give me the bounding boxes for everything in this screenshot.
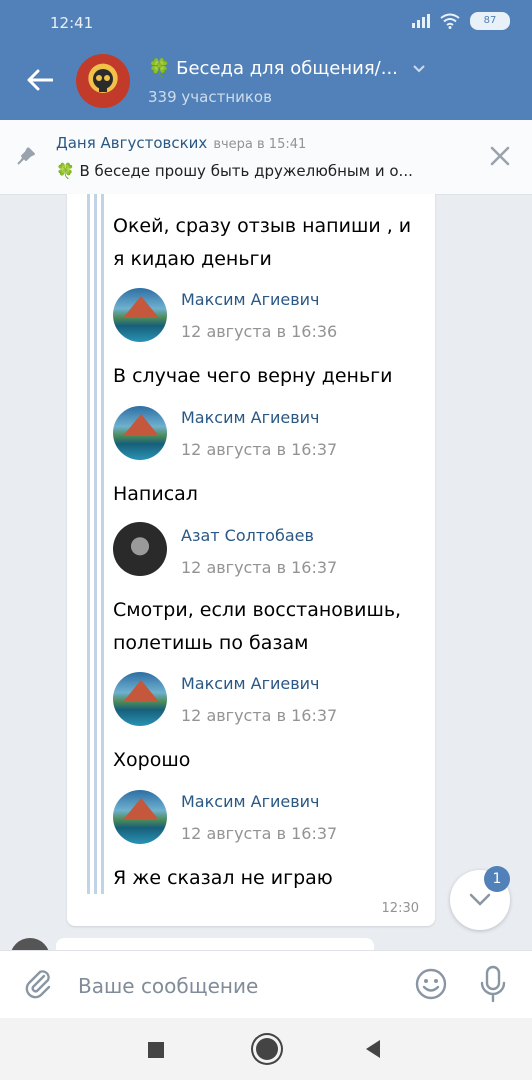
close-icon[interactable] (488, 144, 512, 168)
chat-avatar[interactable] (76, 54, 130, 108)
message-text: Окей, сразу отзыв напиши , и я кидаю ден… (113, 215, 412, 270)
forwarded-author[interactable]: Максим Агиевич (181, 792, 320, 811)
microphone-icon[interactable] (478, 965, 508, 1003)
pinned-author: Даня Августовских (56, 134, 208, 152)
forwarded-time: 12 августа в 16:37 (181, 706, 338, 725)
forwarded-author[interactable]: Максим Агиевич (181, 408, 320, 427)
chat-title[interactable]: 🍀 Беседа для общения/... (148, 58, 426, 79)
forwarded-author[interactable]: Максим Агиевич (181, 290, 320, 309)
arrow-left-icon (27, 69, 53, 91)
chat-title-text: 🍀 Беседа для общения/... (148, 58, 398, 79)
forward-quote-line (87, 194, 90, 894)
avatar[interactable] (113, 790, 167, 844)
message-input[interactable] (76, 969, 380, 1003)
avatar[interactable] (113, 406, 167, 460)
forwarded-time: 12 августа в 16:37 (181, 440, 338, 459)
pin-icon (17, 147, 35, 165)
forwarded-time: 12 августа в 16:37 (181, 558, 338, 577)
status-icons: 87 (412, 12, 510, 30)
forwarded-time: 12 августа в 16:37 (181, 824, 338, 843)
system-nav-bar (0, 1018, 532, 1080)
smile-icon[interactable] (414, 967, 448, 1001)
forward-quote-line (94, 194, 97, 894)
skull-icon (93, 69, 113, 92)
message-text: В случае чего верну деньги (113, 365, 393, 387)
chevron-down-icon (469, 893, 491, 906)
wifi-icon (440, 13, 460, 29)
pinned-text: 🍀 В беседе прошу быть дружелюбным и о... (56, 162, 413, 180)
home-button[interactable] (256, 1038, 278, 1060)
message-bubble[interactable]: Окей, сразу отзыв напиши , и я кидаю ден… (67, 194, 435, 926)
message-time: 12:30 (381, 901, 419, 916)
forwarded-time: 12 августа в 16:36 (181, 322, 338, 341)
pinned-time: вчера в 15:41 (213, 137, 307, 152)
pinned-message[interactable]: Даня Августовских вчера в 15:41 🍀 В бесед… (0, 120, 532, 195)
forwarded-author[interactable]: Максим Агиевич (181, 674, 320, 693)
avatar[interactable] (113, 672, 167, 726)
chat-members-count: 339 участников (148, 88, 272, 106)
status-time: 12:41 (50, 14, 94, 32)
message-bubble[interactable] (56, 938, 374, 950)
back-button[interactable] (24, 64, 56, 96)
message-text: Смотри, если восстановишь, полетишь по б… (113, 599, 402, 654)
chevron-down-icon (412, 65, 425, 73)
recents-button[interactable] (148, 1042, 164, 1058)
avatar[interactable] (113, 522, 167, 576)
message-composer (0, 950, 532, 1019)
avatar[interactable] (113, 288, 167, 342)
paperclip-icon[interactable] (22, 967, 54, 999)
message-text: Я же сказал не играю (113, 867, 333, 889)
battery-indicator: 87 (470, 12, 510, 30)
unread-badge: 1 (484, 866, 510, 892)
signal-icon (412, 14, 430, 28)
forwarded-author[interactable]: Азат Солтобаев (181, 526, 314, 545)
forward-quote-line (101, 194, 104, 894)
app-bar: 12:41 87 🍀 Беседа для общения/... 339 уч… (0, 0, 532, 120)
system-back-button[interactable] (366, 1040, 380, 1058)
message-text: Хорошо (113, 749, 191, 771)
message-text: Написал (113, 483, 198, 505)
